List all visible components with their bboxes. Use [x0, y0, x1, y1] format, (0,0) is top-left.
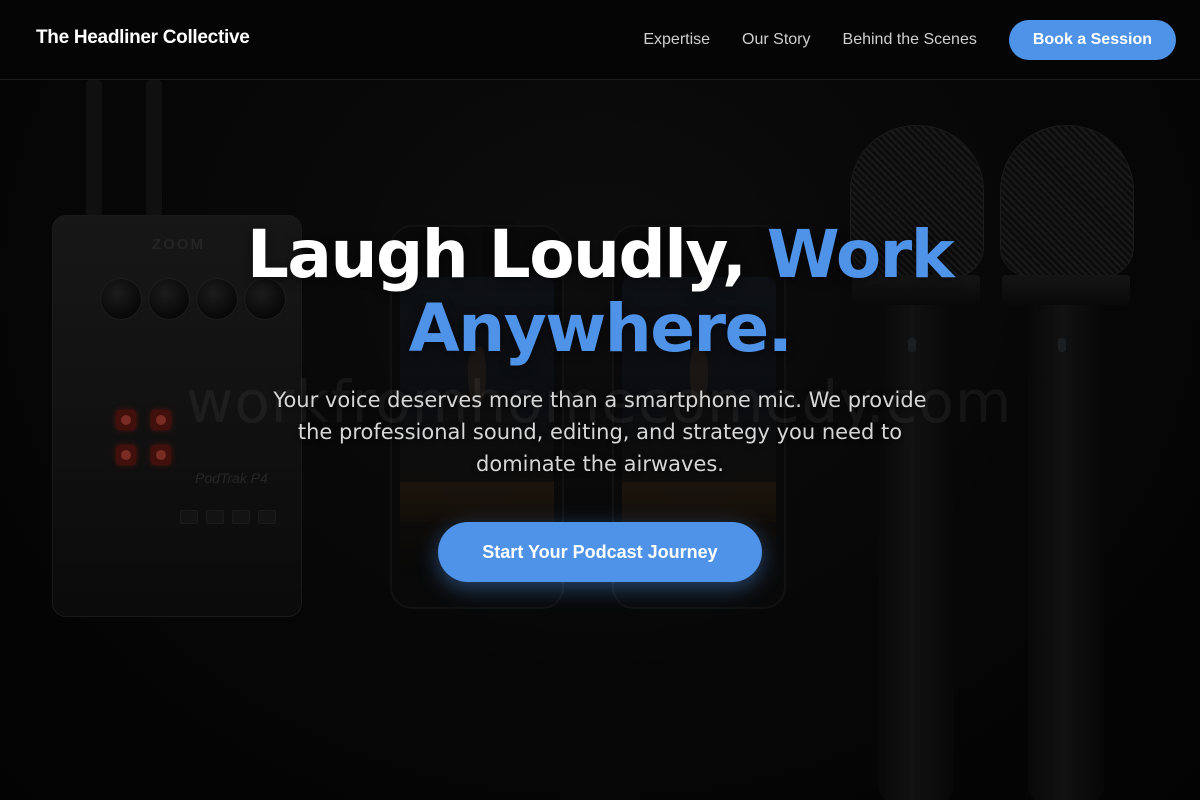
- nav-link-our-story[interactable]: Our Story: [742, 31, 810, 49]
- main-nav: Expertise Our Story Behind the Scenes Bo…: [643, 20, 1176, 60]
- nav-link-behind-the-scenes[interactable]: Behind the Scenes: [843, 31, 977, 49]
- site-header: The Headliner Collective Expertise Our S…: [0, 0, 1200, 80]
- page: ZOOM PodTrak P4 workfromhomecomedy.com T…: [0, 0, 1200, 800]
- hero-subtitle: Your voice deserves more than a smartpho…: [273, 388, 927, 476]
- nav-link-expertise[interactable]: Expertise: [643, 31, 710, 49]
- hero-title-main: Laugh Loudly,: [246, 216, 767, 293]
- brand-logo[interactable]: The Headliner Collective: [36, 27, 250, 49]
- hero-section: Laugh Loudly, Work Anywhere. Your voice …: [0, 80, 1200, 800]
- book-session-button[interactable]: Book a Session: [1008, 20, 1176, 60]
- start-podcast-journey-button[interactable]: Start Your Podcast Journey: [438, 522, 762, 582]
- hero-title: Laugh Loudly, Work Anywhere.: [150, 218, 1050, 366]
